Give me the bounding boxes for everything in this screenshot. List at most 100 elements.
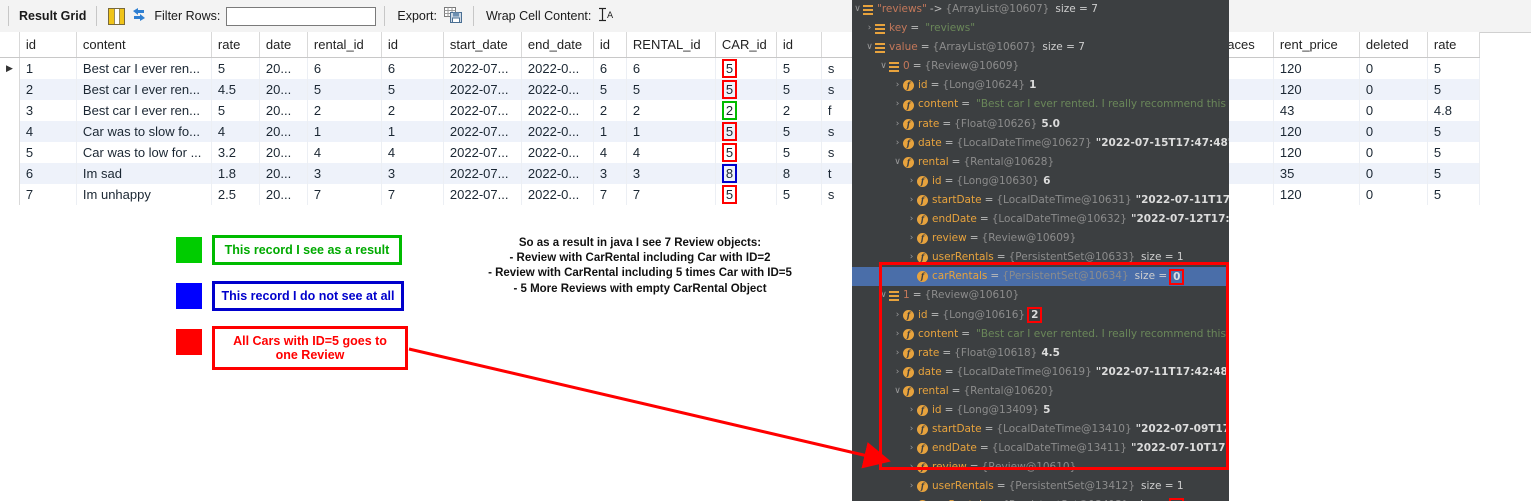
cell-id[interactable]: 3	[19, 100, 77, 121]
cell-date[interactable]: 20...	[259, 184, 308, 205]
cell-id4[interactable]: 2	[776, 100, 822, 121]
cell-rate[interactable]: 4	[211, 121, 260, 142]
debug-tree-node[interactable]: ∨ f rental = {Rental@10628}	[852, 153, 1229, 172]
cell-id[interactable]: 6	[19, 163, 77, 184]
column-header-id3[interactable]: id	[593, 32, 627, 58]
debug-tree-node[interactable]: › f id = {Long@10624} 1	[852, 76, 1229, 95]
column-header-RENTAL_id[interactable]: RENTAL_id	[626, 32, 716, 58]
cell-id2[interactable]: 5	[381, 79, 444, 100]
cell-id2[interactable]: 6	[381, 57, 444, 79]
cell-CAR_id[interactable]: 5	[715, 57, 777, 79]
chevron-right-icon[interactable]: ›	[892, 95, 903, 114]
cell-deleted[interactable]: 0	[1359, 100, 1428, 121]
cell-content[interactable]: Car was to low for ...	[76, 142, 212, 163]
debug-tree-node[interactable]: › f review = {Review@10609}	[852, 229, 1229, 248]
column-header-id4[interactable]: id	[776, 32, 822, 58]
table-row[interactable]: 4 Car was to slow fo... 4 20... 1 1 2022-07...…	[0, 121, 1480, 142]
cell-id[interactable]: 5	[19, 142, 77, 163]
debug-tree-node[interactable]: › f endDate = {LocalDateTime@10632} "2022-07-…	[852, 210, 1229, 229]
cell-rowmark[interactable]	[0, 79, 20, 100]
chevron-right-icon[interactable]: ›	[864, 19, 875, 38]
column-header-date[interactable]: date	[259, 32, 308, 58]
cell-rate2[interactable]: 5	[1427, 121, 1480, 142]
cell-CAR_id[interactable]: 5	[715, 79, 777, 100]
chevron-right-icon[interactable]: ›	[906, 229, 917, 248]
export-save-icon[interactable]	[443, 6, 462, 26]
chevron-right-icon[interactable]: ›	[892, 76, 903, 95]
cell-rate[interactable]: 5	[211, 100, 260, 121]
cell-rent_price[interactable]: 120	[1273, 121, 1360, 142]
column-header-id[interactable]: id	[19, 32, 77, 58]
chevron-right-icon[interactable]: ›	[906, 191, 917, 210]
cell-rent_price[interactable]: 35	[1273, 163, 1360, 184]
debug-tree-node[interactable]: ∨ value = {ArrayList@10607} size = 7	[852, 38, 1229, 57]
cell-rent_price[interactable]: 120	[1273, 142, 1360, 163]
cell-date[interactable]: 20...	[259, 121, 308, 142]
cell-RENTAL_id[interactable]: 5	[626, 79, 716, 100]
cell-id4[interactable]: 5	[776, 142, 822, 163]
cell-id2[interactable]: 2	[381, 100, 444, 121]
cell-end_date[interactable]: 2022-0...	[521, 142, 594, 163]
cell-rate2[interactable]: 5	[1427, 57, 1480, 79]
column-header-deleted[interactable]: deleted	[1359, 32, 1428, 58]
cell-rate2[interactable]: 5	[1427, 184, 1480, 205]
cell-end_date[interactable]: 2022-0...	[521, 163, 594, 184]
cell-end_date[interactable]: 2022-0...	[521, 121, 594, 142]
cell-content[interactable]: Car was to slow fo...	[76, 121, 212, 142]
cell-id[interactable]: 1	[19, 57, 77, 79]
cell-date[interactable]: 20...	[259, 57, 308, 79]
results-table[interactable]: id content rate date rental_id id start_date en…	[0, 32, 1480, 205]
grid-icon[interactable]	[108, 7, 126, 25]
table-row[interactable]: ▶ 1 Best car I ever ren... 5 20... 6 6 2022-07.…	[0, 57, 1480, 79]
cell-id3[interactable]: 1	[593, 121, 627, 142]
cell-id3[interactable]: 4	[593, 142, 627, 163]
column-header-rowmark[interactable]	[0, 32, 20, 58]
cell-rent_price[interactable]: 120	[1273, 184, 1360, 205]
cell-deleted[interactable]: 0	[1359, 184, 1428, 205]
cell-start_date[interactable]: 2022-07...	[443, 163, 522, 184]
cell-content[interactable]: Best car I ever ren...	[76, 57, 212, 79]
cell-rate2[interactable]: 5	[1427, 142, 1480, 163]
cell-id3[interactable]: 3	[593, 163, 627, 184]
cell-rowmark[interactable]	[0, 100, 20, 121]
chevron-right-icon[interactable]: ›	[906, 210, 917, 229]
cell-rent_price[interactable]: 120	[1273, 57, 1360, 79]
chevron-down-icon[interactable]: ∨	[892, 153, 903, 172]
cell-id[interactable]: 7	[19, 184, 77, 205]
cell-RENTAL_id[interactable]: 1	[626, 121, 716, 142]
table-row[interactable]: 6 Im sad 1.8 20... 3 3 2022-07... 2022-0... 3 3 8 8…	[0, 163, 1480, 184]
cell-id4[interactable]: 5	[776, 121, 822, 142]
debug-tree-node[interactable]: › f startDate = {LocalDateTime@10631} "2022-0…	[852, 191, 1229, 210]
cell-id3[interactable]: 5	[593, 79, 627, 100]
cell-date[interactable]: 20...	[259, 100, 308, 121]
cell-rate2[interactable]: 5	[1427, 163, 1480, 184]
cell-date[interactable]: 20...	[259, 79, 308, 100]
chevron-right-icon[interactable]: ›	[906, 172, 917, 191]
chevron-down-icon[interactable]: ∨	[864, 38, 875, 57]
cell-end_date[interactable]: 2022-0...	[521, 184, 594, 205]
cell-RENTAL_id[interactable]: 2	[626, 100, 716, 121]
cell-rate2[interactable]: 4.8	[1427, 100, 1480, 121]
cell-rate[interactable]: 3.2	[211, 142, 260, 163]
cell-rowmark[interactable]	[0, 121, 20, 142]
table-row[interactable]: 2 Best car I ever ren... 4.5 20... 5 5 2022-07…	[0, 79, 1480, 100]
cell-rental_id[interactable]: 6	[307, 57, 382, 79]
cell-start_date[interactable]: 2022-07...	[443, 142, 522, 163]
chevron-right-icon[interactable]: ›	[906, 496, 917, 501]
cell-CAR_id[interactable]: 5	[715, 142, 777, 163]
cell-CAR_id[interactable]: 5	[715, 121, 777, 142]
debug-tree-node[interactable]: › f content = "Best car I ever rented. I rea…	[852, 95, 1229, 114]
cell-rate[interactable]: 4.5	[211, 79, 260, 100]
cell-start_date[interactable]: 2022-07...	[443, 79, 522, 100]
cell-id2[interactable]: 3	[381, 163, 444, 184]
column-header-CAR_id[interactable]: CAR_id	[715, 32, 777, 58]
cell-content[interactable]: Im sad	[76, 163, 212, 184]
cell-end_date[interactable]: 2022-0...	[521, 79, 594, 100]
cell-id2[interactable]: 4	[381, 142, 444, 163]
cell-rental_id[interactable]: 5	[307, 79, 382, 100]
cell-deleted[interactable]: 0	[1359, 163, 1428, 184]
column-header-rent_price[interactable]: rent_price	[1273, 32, 1360, 58]
cell-end_date[interactable]: 2022-0...	[521, 100, 594, 121]
cell-rate[interactable]: 1.8	[211, 163, 260, 184]
cell-rate[interactable]: 2.5	[211, 184, 260, 205]
